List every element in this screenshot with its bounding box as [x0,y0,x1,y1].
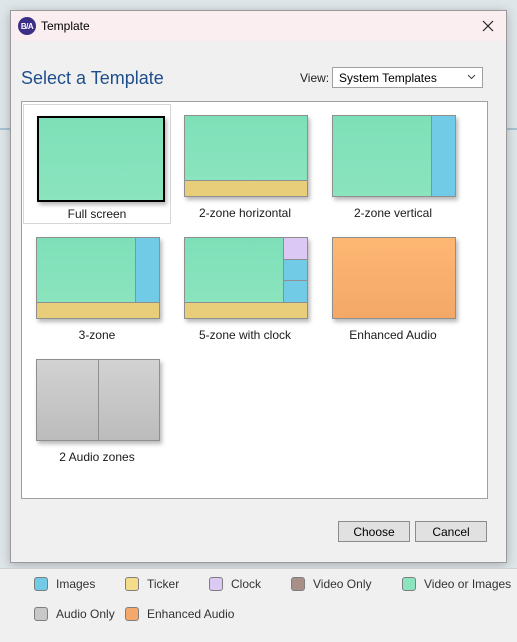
ticker-zone [36,302,160,319]
legend-item-ticker: Ticker [125,577,179,591]
template-thumbnail [36,237,160,319]
images-zone [283,280,308,303]
images-swatch [34,577,48,591]
template-label: 5-zone with clock [198,328,292,342]
video-or-images-zone [39,118,163,200]
view-label: View: [300,71,330,85]
legend-label: Ticker [147,577,180,591]
template-thumbnail [37,116,165,202]
template-label: 3-zone [78,328,116,342]
audio-only-swatch [34,607,48,621]
template-enhanced-audio[interactable]: Enhanced Audio [319,226,467,346]
enhanced-audio-swatch [125,607,139,621]
template-3-zone[interactable]: 3-zone [23,226,171,346]
legend-item-images: Images [34,577,95,591]
page-title: Select a Template [21,68,164,88]
template-thumbnail [332,237,456,319]
zone-legend: Images Ticker Clock Video Only Video or … [0,568,517,642]
legend-item-audio-only: Audio Only [34,607,115,621]
template-label: 2 Audio zones [59,450,135,464]
close-icon [482,20,494,32]
legend-item-clock: Clock [209,577,261,591]
template-thumbnail [184,115,308,197]
template-thumbnail [36,359,160,441]
cancel-button[interactable]: Cancel [415,521,487,542]
close-button[interactable] [476,14,500,38]
window-title: Template [41,19,90,33]
template-list: Full screen 2-zone horizontal 2-zone ver… [21,101,488,499]
images-zone [431,115,456,197]
template-2-audio-zones[interactable]: 2 Audio zones [23,348,171,468]
legend-label: Images [56,577,96,591]
enhanced-audio-zone [332,237,456,319]
template-2-zone-vertical[interactable]: 2-zone vertical [319,104,467,224]
legend-label: Video or Images [424,577,512,591]
legend-label: Video Only [313,577,372,591]
template-label: Full screen [67,207,127,221]
ticker-zone [184,180,308,197]
app-logo-icon: B/A [18,17,36,35]
clock-swatch [209,577,223,591]
template-thumbnail [184,237,308,319]
legend-label: Clock [231,577,262,591]
clock-zone [283,237,308,260]
template-label: 2-zone vertical [353,206,433,220]
video-or-images-zone [184,237,284,303]
video-only-swatch [291,577,305,591]
ticker-swatch [125,577,139,591]
video-or-images-swatch [402,577,416,591]
ticker-zone [184,302,308,319]
legend-item-video-only: Video Only [291,577,371,591]
template-thumbnail [332,115,456,197]
template-label: Enhanced Audio [349,328,437,342]
view-dropdown-value: System Templates [339,71,437,85]
audio-only-zone [98,359,160,441]
images-zone [135,237,160,303]
legend-item-enhanced-audio: Enhanced Audio [125,607,234,621]
audio-only-zone [36,359,99,441]
legend-label: Audio Only [56,607,115,621]
title-bar: B/A Template [11,11,506,41]
legend-label: Enhanced Audio [147,607,235,621]
template-full-screen[interactable]: Full screen [23,104,171,224]
view-dropdown[interactable]: System Templates [332,67,483,88]
video-or-images-zone [184,115,308,181]
template-label: 2-zone horizontal [198,206,292,220]
chevron-down-icon [467,74,476,80]
template-5-zone-with-clock[interactable]: 5-zone with clock [171,226,319,346]
choose-button[interactable]: Choose [338,521,410,542]
video-or-images-zone [332,115,432,197]
template-dialog: B/A Template Select a Template View: Sys… [10,10,507,563]
video-or-images-zone [36,237,136,303]
legend-item-video-or-images: Video or Images [402,577,511,591]
template-2-zone-horizontal[interactable]: 2-zone horizontal [171,104,319,224]
images-zone [283,259,308,281]
